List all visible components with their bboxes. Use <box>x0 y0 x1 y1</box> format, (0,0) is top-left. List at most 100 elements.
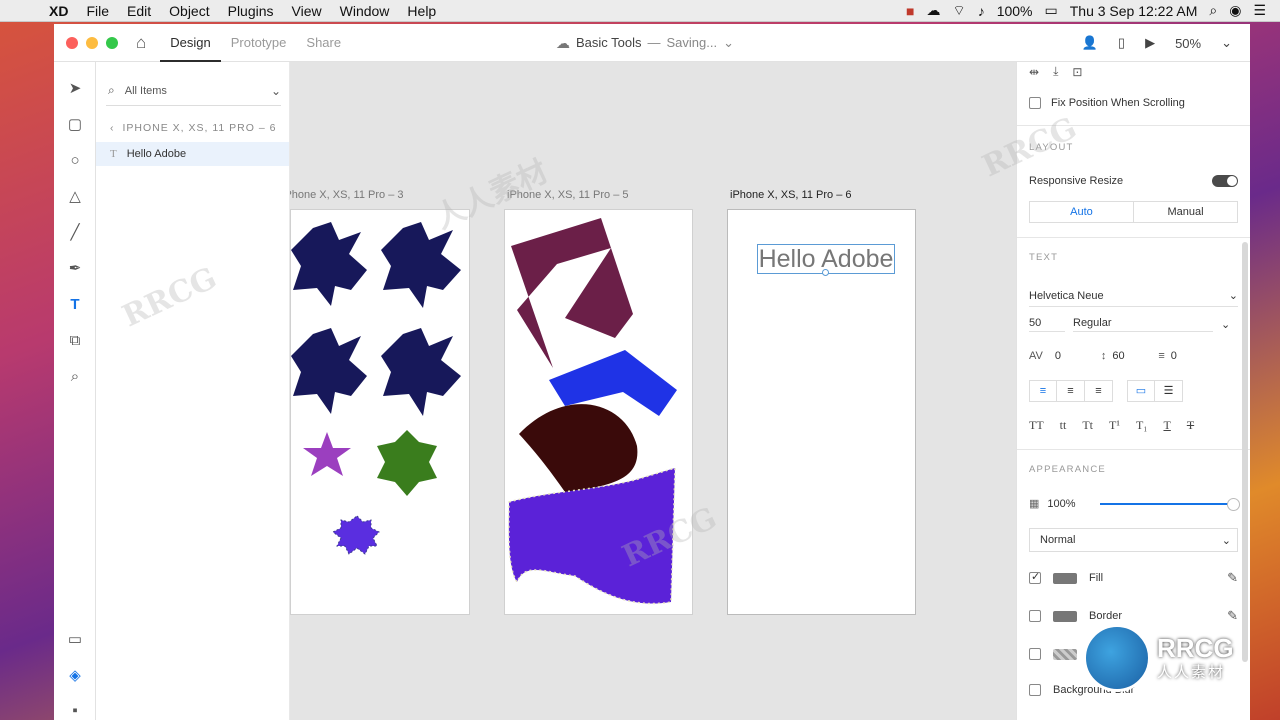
chevron-down-icon[interactable]: ⌄ <box>271 84 281 98</box>
layers-filter[interactable]: ⌕ All Items ⌄ <box>106 76 281 106</box>
blend-mode-select[interactable]: Normal ⌄ <box>1029 528 1238 552</box>
zoom-chevron-icon[interactable]: ⌄ <box>1221 35 1232 51</box>
align-center-icon[interactable]: ≡ <box>1057 380 1085 402</box>
line-tool-icon[interactable]: ╱ <box>54 214 96 250</box>
menu-file[interactable]: File <box>77 3 118 19</box>
artboard-label-3[interactable]: iPhone X, XS, 11 Pro – 3 <box>290 189 403 201</box>
menu-view[interactable]: View <box>283 3 331 19</box>
fix-position-row[interactable]: Fix Position When Scrolling <box>1017 97 1250 109</box>
opacity-slider[interactable] <box>1099 497 1240 511</box>
menu-object[interactable]: Object <box>160 3 218 19</box>
pin-top-bottom-icon[interactable]: ⤓ <box>1053 64 1058 79</box>
border-label: Border <box>1089 610 1123 622</box>
layers-panel-icon[interactable]: ◈ <box>54 666 96 684</box>
inspector-scrollbar[interactable] <box>1242 242 1248 662</box>
pen-tool-icon[interactable]: ✒ <box>54 250 96 286</box>
fill-color-swatch[interactable] <box>1053 572 1077 584</box>
fix-position-label: Fix Position When Scrolling <box>1051 97 1185 109</box>
property-inspector: ⇹ ⤓ ⊡ Fix Position When Scrolling LAYOUT… <box>1016 62 1250 720</box>
plugins-panel-icon[interactable]: ▪ <box>54 702 96 719</box>
breadcrumb[interactable]: ‹ IPHONE X, XS, 11 PRO – 6 <box>96 122 289 134</box>
clock[interactable]: Thu 3 Sep 12:22 AM <box>1070 3 1198 19</box>
artboard-label-6[interactable]: iPhone X, XS, 11 Pro – 6 <box>730 189 851 201</box>
navy-star-shape <box>291 222 367 306</box>
artboard-5[interactable] <box>504 209 693 615</box>
resize-manual-button[interactable]: Manual <box>1134 202 1237 222</box>
close-window-button[interactable] <box>66 36 78 49</box>
fill-checkbox[interactable] <box>1029 570 1041 584</box>
design-canvas[interactable]: iPhone X, XS, 11 Pro – 3 iPhone X, XS, 1… <box>290 62 1016 720</box>
border-checkbox[interactable] <box>1029 610 1041 622</box>
notification-center-icon[interactable]: ☰ <box>1253 2 1266 19</box>
titlecase-icon[interactable]: Tt <box>1082 418 1093 433</box>
minimize-window-button[interactable] <box>86 36 98 49</box>
pin-all-icon[interactable]: ⊡ <box>1072 65 1082 79</box>
device-preview-icon[interactable]: ▯ <box>1118 35 1125 51</box>
fix-position-checkbox[interactable] <box>1029 97 1041 109</box>
layer-item[interactable]: T Hello Adobe <box>96 142 289 166</box>
fixed-size-icon[interactable]: ☰ <box>1155 380 1183 402</box>
eyedropper-icon[interactable]: ✎ <box>1227 608 1238 624</box>
shadow-checkbox[interactable] <box>1029 648 1041 660</box>
tab-share[interactable]: Share <box>296 24 351 62</box>
spotlight-search-icon[interactable]: ⌕ <box>1209 2 1217 19</box>
opacity-input[interactable]: 100% <box>1047 498 1075 510</box>
zoom-tool-icon[interactable]: ⌕ <box>54 358 96 394</box>
subscript-icon[interactable]: T₁ <box>1136 418 1148 433</box>
invite-user-icon[interactable]: 👤 <box>1082 35 1098 51</box>
volume-icon[interactable]: ♪ <box>978 3 985 19</box>
auto-width-icon[interactable]: ▭ <box>1127 380 1155 402</box>
spacing-row: AV 0 ↕ 60 ≡ 0 <box>1017 350 1250 362</box>
line-spacing-input[interactable]: 60 <box>1112 350 1152 362</box>
home-icon[interactable]: ⌂ <box>136 33 146 53</box>
shadow-color-swatch[interactable] <box>1053 648 1077 660</box>
artboard-label-5[interactable]: iPhone X, XS, 11 Pro – 5 <box>507 189 628 201</box>
polygon-tool-icon[interactable]: △ <box>54 178 96 214</box>
siri-icon[interactable]: ◉ <box>1229 2 1241 19</box>
align-right-icon[interactable]: ≡ <box>1085 380 1113 402</box>
paragraph-spacing-input[interactable]: 0 <box>1171 350 1177 362</box>
text-resize-handle[interactable] <box>822 269 829 276</box>
responsive-resize-toggle[interactable] <box>1212 175 1238 187</box>
document-title[interactable]: ☁ Basic Tools — Saving... ⌄ <box>556 24 734 62</box>
background-blur-checkbox[interactable] <box>1029 684 1041 696</box>
wifi-icon[interactable]: ⌔ <box>953 2 966 20</box>
recording-icon[interactable]: ■ <box>906 3 914 19</box>
ellipse-tool-icon[interactable]: ○ <box>54 142 96 178</box>
superscript-icon[interactable]: T¹ <box>1109 418 1120 433</box>
character-spacing-input[interactable]: 0 <box>1055 350 1095 362</box>
uppercase-icon[interactable]: TT <box>1029 418 1044 433</box>
chevron-down-icon[interactable]: ⌄ <box>1221 318 1230 331</box>
eyedropper-icon[interactable]: ✎ <box>1227 570 1238 586</box>
select-tool-icon[interactable]: ➤ <box>54 70 96 106</box>
menu-app[interactable]: XD <box>40 3 77 19</box>
font-size-input[interactable]: 50 <box>1029 317 1065 332</box>
font-weight-select[interactable]: Regular <box>1073 317 1213 332</box>
pin-left-right-icon[interactable]: ⇹ <box>1029 65 1039 79</box>
align-left-icon[interactable]: ≡ <box>1029 380 1057 402</box>
rectangle-tool-icon[interactable]: ▢ <box>54 106 96 142</box>
menu-plugins[interactable]: Plugins <box>219 3 283 19</box>
battery-icon[interactable]: ▭ <box>1045 2 1058 19</box>
play-preview-icon[interactable]: ▶ <box>1145 35 1155 51</box>
resize-auto-button[interactable]: Auto <box>1030 202 1134 222</box>
font-family-select[interactable]: Helvetica Neue ⌄ <box>1029 285 1238 307</box>
tab-prototype[interactable]: Prototype <box>221 24 297 62</box>
menu-window[interactable]: Window <box>331 3 399 19</box>
border-color-swatch[interactable] <box>1053 610 1077 622</box>
menu-edit[interactable]: Edit <box>118 3 160 19</box>
lowercase-icon[interactable]: tt <box>1060 418 1067 433</box>
menu-help[interactable]: Help <box>398 3 445 19</box>
maximize-window-button[interactable] <box>106 36 118 49</box>
artboard-3[interactable] <box>290 209 470 615</box>
assets-panel-icon[interactable]: ▭ <box>54 630 96 648</box>
artboard-tool-icon[interactable]: ⧉ <box>54 322 96 358</box>
strikethrough-icon[interactable]: T <box>1187 418 1194 433</box>
chevron-down-icon: ⌄ <box>723 35 735 50</box>
chevron-left-icon[interactable]: ‹ <box>110 122 115 134</box>
creative-cloud-icon[interactable]: ☁ <box>927 2 941 19</box>
tab-design[interactable]: Design <box>160 24 221 62</box>
text-tool-icon[interactable]: T <box>54 286 96 322</box>
underline-icon[interactable]: T <box>1163 418 1170 433</box>
zoom-level[interactable]: 50% <box>1175 36 1201 51</box>
